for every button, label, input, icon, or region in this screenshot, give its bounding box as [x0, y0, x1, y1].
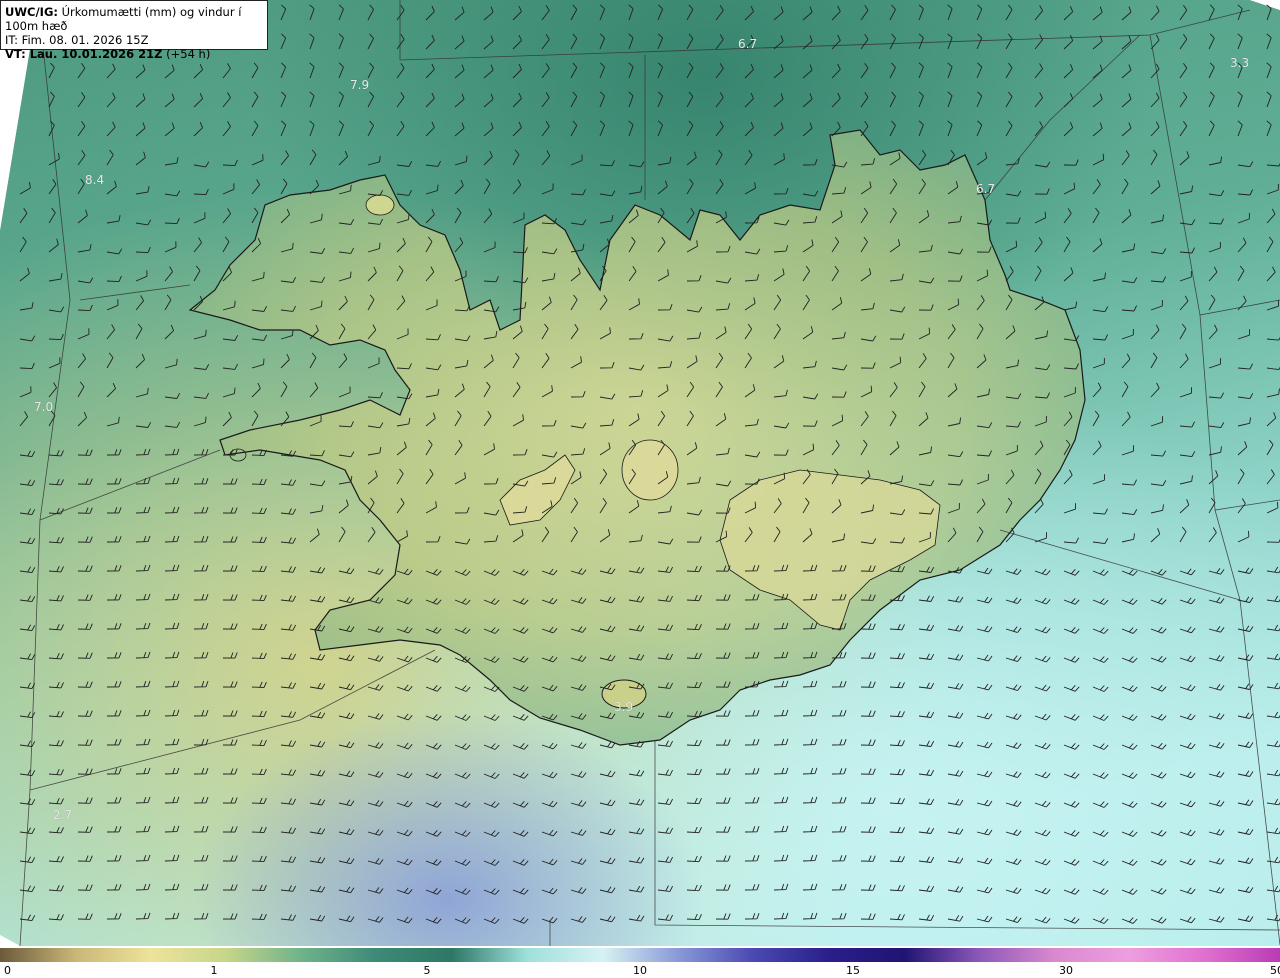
colorbar-tick: 30	[1059, 964, 1073, 977]
colorbar-strip	[0, 948, 1280, 962]
valid-time: VT: Lau. 10.01.2026 21Z	[5, 47, 163, 61]
value-label: 7.9	[350, 78, 370, 92]
value-label: 3.9	[614, 700, 634, 714]
valid-time-line: VT: Lau. 10.01.2026 21Z (+54 h)	[5, 47, 263, 61]
value-label: 2.7	[53, 808, 73, 822]
product-line: UWC/IG: Úrkomumætti (mm) og vindur í 100…	[5, 5, 263, 33]
initial-time: IT: Fim. 08. 01. 2026 15Z	[5, 33, 149, 47]
colorbar-tick: 5	[423, 964, 431, 977]
colorbar-tick: 15	[846, 964, 860, 977]
glacier-outline	[621, 439, 679, 501]
colorbar-tick: 10	[633, 964, 647, 977]
map-info-box: UWC/IG: Úrkomumætti (mm) og vindur í 100…	[0, 0, 268, 61]
value-label: 3.3	[1230, 56, 1250, 70]
colorbar-tick: 1	[210, 964, 218, 977]
colorbar-tick: 0	[4, 964, 11, 977]
map-canvas	[0, 0, 1280, 946]
glacier-outline	[365, 194, 395, 216]
value-label: 8.4	[85, 173, 105, 187]
colorbar-tick: 50	[1270, 964, 1280, 977]
colorbar: 0 1 5 10 15 30 50	[0, 946, 1280, 978]
model-label: UWC/IG:	[5, 5, 58, 19]
weather-map	[0, 0, 1280, 946]
value-label: 6.7	[976, 182, 996, 196]
value-label: 6.7	[738, 37, 758, 51]
valid-offset: (+54 h)	[162, 47, 211, 61]
value-label: 7.0	[34, 400, 54, 414]
